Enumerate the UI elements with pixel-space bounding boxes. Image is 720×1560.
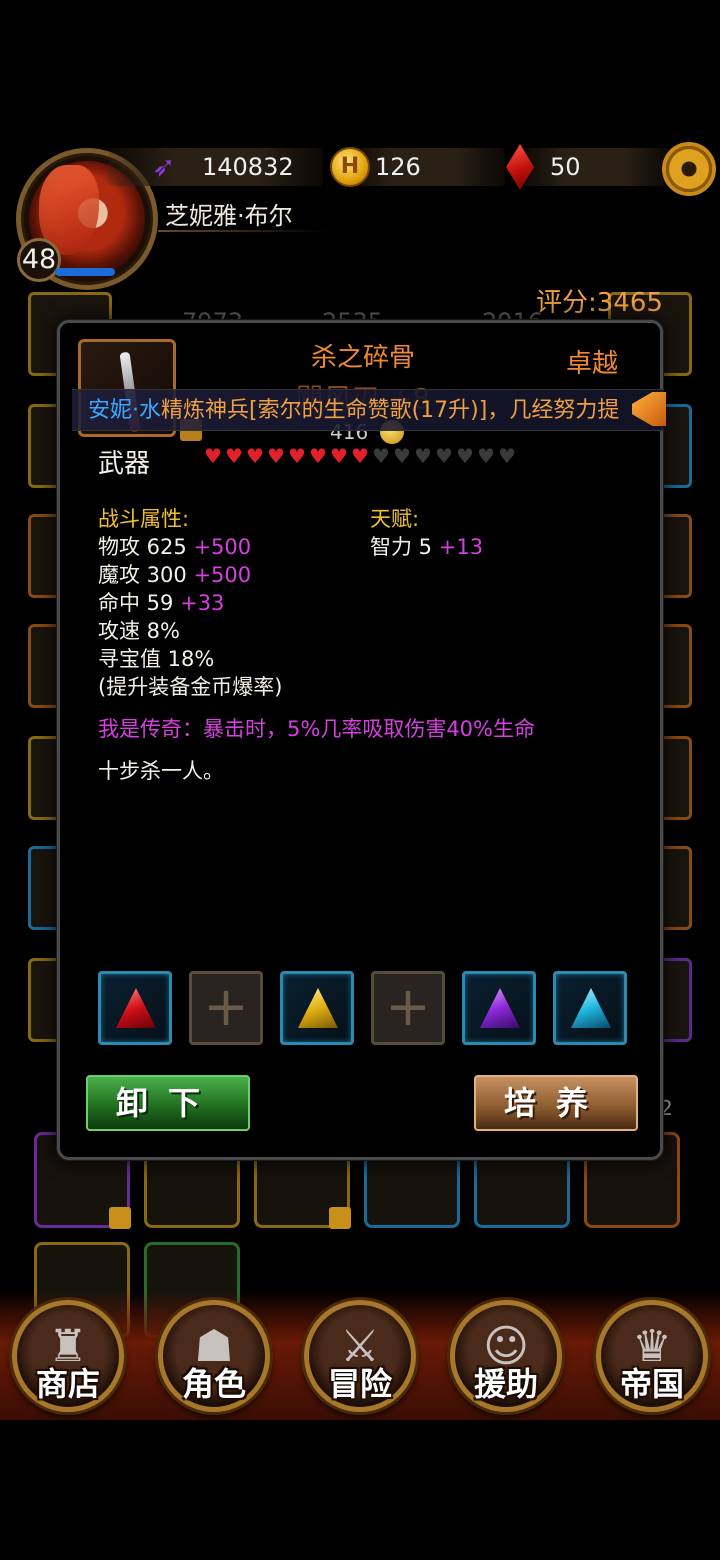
nav-adventure-button[interactable]: ⚔ 冒险: [304, 1300, 416, 1412]
lock-icon: [109, 1207, 131, 1229]
gold-value: 126: [375, 153, 421, 181]
power-icon: ➶: [152, 150, 176, 183]
gem-socket-empty[interactable]: +: [189, 971, 263, 1045]
player-name: 芝妮雅·布尔: [165, 202, 293, 230]
plus-icon: +: [203, 975, 249, 1038]
nav-label: 帝国: [619, 1365, 684, 1403]
nav-assist-button[interactable]: ☺ 援助: [450, 1300, 562, 1412]
broadcast-marquee: 安妮·水精炼神兵[索尔的生命赞歌(17升)]，几经努力提: [72, 389, 664, 431]
level-badge: 48: [17, 238, 61, 282]
power-value: 140832: [202, 153, 294, 181]
nav-label: 援助: [473, 1365, 538, 1403]
stat-bonus: +13: [438, 535, 484, 559]
plus-icon: +: [385, 975, 431, 1038]
heart-filled-icon: ♥: [267, 444, 285, 468]
talent-line: 智力 5 +13: [370, 531, 483, 561]
stat-bonus: +33: [180, 591, 225, 615]
item-name: 杀之碎骨: [310, 343, 415, 373]
heart-empty-icon: ♥: [393, 444, 411, 468]
name-divider: [158, 230, 328, 232]
item-slot-type: 武器: [98, 449, 151, 479]
top-hud: 48 ➶ 140832 126 H 50 芝妮雅·布尔: [0, 0, 720, 300]
stat-line: (提升装备金币爆率): [98, 671, 282, 701]
stat-label: 物攻 625: [98, 535, 187, 559]
gem-socket[interactable]: [553, 971, 627, 1045]
stat-bonus: +500: [193, 563, 252, 587]
combat-stats-title: 战斗属性:: [98, 507, 190, 531]
gem-socket[interactable]: [280, 971, 354, 1045]
heart-empty-icon: ♥: [435, 444, 453, 468]
lock-icon: [329, 1207, 351, 1229]
nav-character-button[interactable]: ☗ 角色: [158, 1300, 270, 1412]
stat-line: 物攻 625 +500: [98, 531, 251, 561]
nav-empire-button[interactable]: ♛ 帝国: [596, 1300, 708, 1412]
heart-empty-icon: ♥: [477, 444, 495, 468]
yellow-gem-icon: [298, 988, 338, 1028]
stat-line: 魔攻 300 +500: [98, 559, 251, 589]
heart-filled-icon: ♥: [330, 444, 348, 468]
nav-shop-button[interactable]: ♜ 商店: [12, 1300, 124, 1412]
stat-line: 攻速 8%: [98, 615, 180, 645]
stat-label: 魔攻 300: [98, 563, 187, 587]
gem-socket[interactable]: [462, 971, 536, 1045]
heart-filled-icon: ♥: [204, 444, 222, 468]
bottom-nav: ♜ 商店 ☗ 角色 ⚔ 冒险 ☺ 援助 ♛ 帝国: [0, 1290, 720, 1420]
heart-filled-icon: ♥: [351, 444, 369, 468]
heart-empty-icon: ♥: [414, 444, 432, 468]
cyan-gem-icon: [571, 988, 611, 1028]
purple-gem-icon: [480, 988, 520, 1028]
stat-bonus: +500: [193, 535, 252, 559]
power-display: ➶ 140832: [108, 148, 323, 186]
train-button[interactable]: 培养: [474, 1075, 638, 1131]
stat-label: 智力 5: [370, 535, 433, 559]
legend-effect: 我是传奇：暴击时，5%几率吸取伤害40%生命: [98, 717, 535, 741]
heart-filled-icon: ♥: [309, 444, 327, 468]
red-gem-icon: [116, 988, 156, 1028]
item-quality: 卓越: [566, 349, 619, 379]
score-label: 评分:3465: [536, 288, 663, 318]
heart-filled-icon: ♥: [288, 444, 306, 468]
enhance-level-hearts: ♥ ♥ ♥ ♥ ♥ ♥ ♥ ♥ ♥ ♥ ♥ ♥ ♥ ♥ ♥: [204, 444, 516, 471]
nav-label: 角色: [181, 1365, 246, 1403]
unequip-button[interactable]: 卸下: [86, 1075, 250, 1131]
stat-label: 攻速 8%: [98, 619, 180, 643]
heart-filled-icon: ♥: [225, 444, 243, 468]
gold-coin-icon: H: [330, 147, 370, 187]
heart-empty-icon: ♥: [498, 444, 516, 468]
gem-value: 50: [550, 153, 581, 181]
talent-title: 天赋:: [370, 507, 420, 531]
heart-empty-icon: ♥: [372, 444, 390, 468]
marquee-player-name[interactable]: 安妮·水: [88, 398, 161, 423]
marquee-text: 精炼神兵[索尔的生命赞歌(17升)]，几经努力提: [161, 398, 620, 423]
settings-gear-icon[interactable]: [666, 146, 712, 192]
stat-label: 命中 59: [98, 591, 174, 615]
nav-label: 冒险: [327, 1365, 392, 1403]
gem-display[interactable]: 50: [520, 148, 670, 186]
flavor-text: 十步杀一人。: [98, 759, 224, 783]
heart-empty-icon: ♥: [456, 444, 474, 468]
stat-line: 寻宝值 18%: [98, 643, 214, 673]
nav-label: 商店: [35, 1365, 100, 1403]
gem-socket[interactable]: [98, 971, 172, 1045]
item-detail-popup: 杀之碎骨 飓风刃 +8 卓越 416 武器 ♥♥♥♥♥♥♥♥♥♥♥♥♥♥♥ 战斗…: [57, 320, 663, 1160]
xp-bar: [55, 268, 115, 276]
heart-filled-icon: ♥: [246, 444, 264, 468]
stat-label: (提升装备金币爆率): [98, 675, 283, 699]
stat-line: 命中 59 +33: [98, 587, 224, 617]
stat-label: 寻宝值 18%: [98, 647, 215, 671]
gem-socket-empty[interactable]: +: [371, 971, 445, 1045]
